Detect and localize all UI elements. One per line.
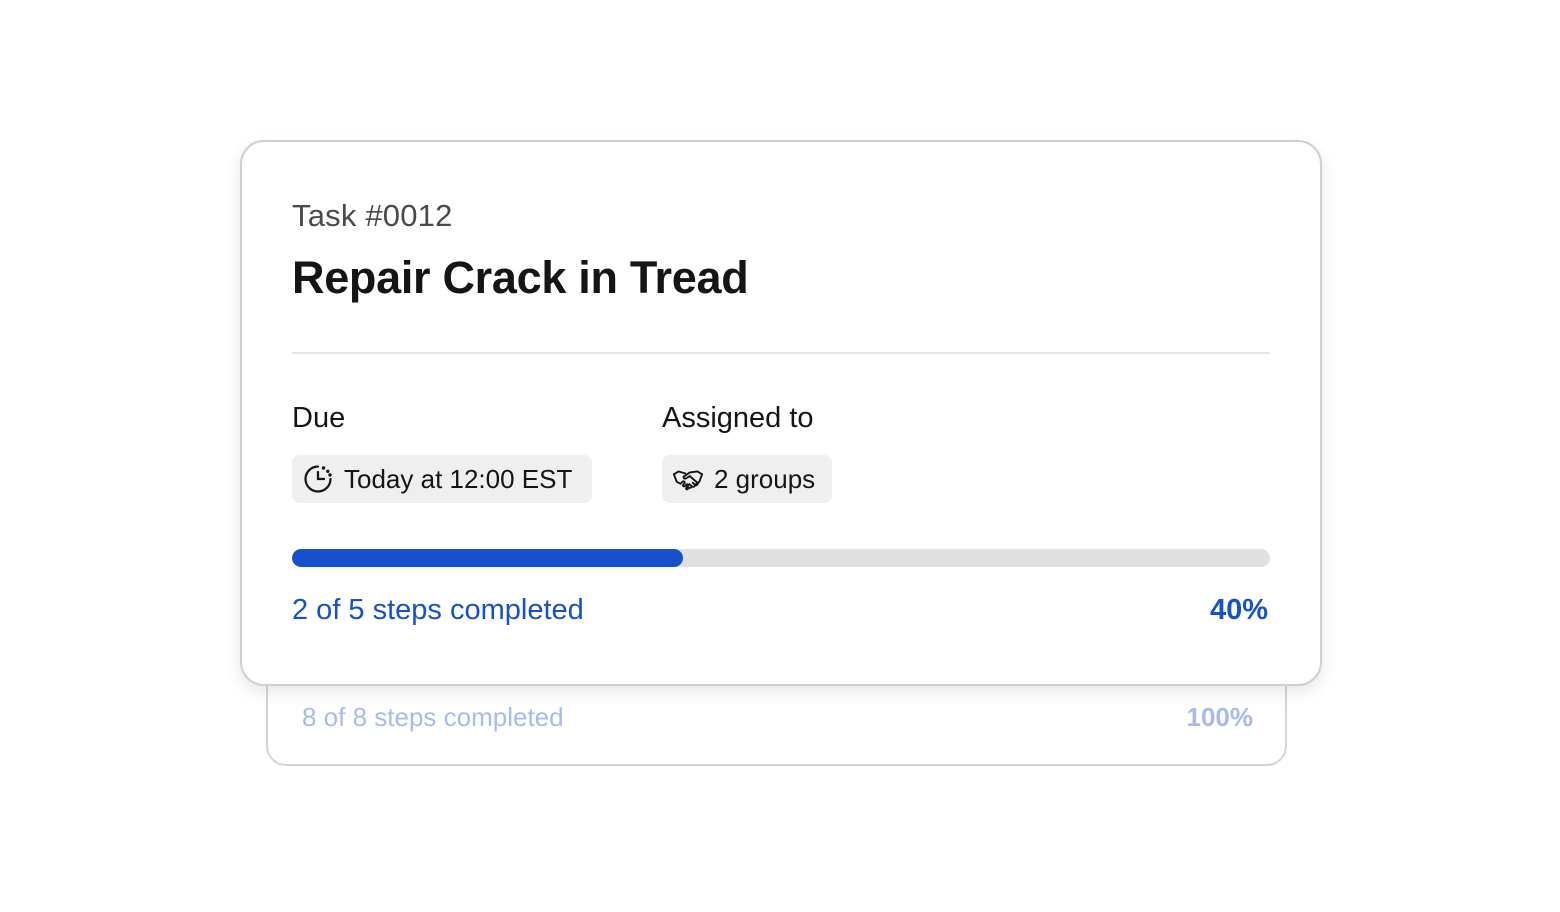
stage: 8 of 8 steps completed 100% Task #0012 R… [0, 0, 1560, 912]
background-card-steps-text: 8 of 8 steps completed [302, 702, 564, 732]
progress-bar-fill [292, 549, 684, 567]
progress-percent: 40% [1209, 594, 1268, 626]
clock-timer-icon [302, 463, 334, 495]
due-label: Due [292, 402, 346, 434]
background-card-progress-footer: 8 of 8 steps completed 100% [302, 702, 1253, 733]
background-card-percent: 100% [1186, 702, 1254, 732]
progress-footer: 2 of 5 steps completed 40% [292, 594, 1268, 627]
steps-completed-text: 2 of 5 steps completed [292, 594, 584, 626]
task-card[interactable]: Task #0012 Repair Crack in Tread Due Ass… [240, 140, 1322, 686]
divider [292, 352, 1270, 354]
assigned-groups-chip[interactable]: 2 groups [662, 455, 832, 503]
task-title: Repair Crack in Tread [292, 252, 749, 303]
task-number: Task #0012 [292, 198, 453, 233]
due-date-value: Today at 12:00 EST [344, 463, 573, 494]
handshake-icon [672, 463, 704, 495]
assigned-groups-value: 2 groups [714, 463, 816, 494]
due-date-chip[interactable]: Today at 12:00 EST [292, 455, 592, 503]
assigned-to-label: Assigned to [662, 402, 814, 434]
progress-bar [292, 549, 1270, 567]
